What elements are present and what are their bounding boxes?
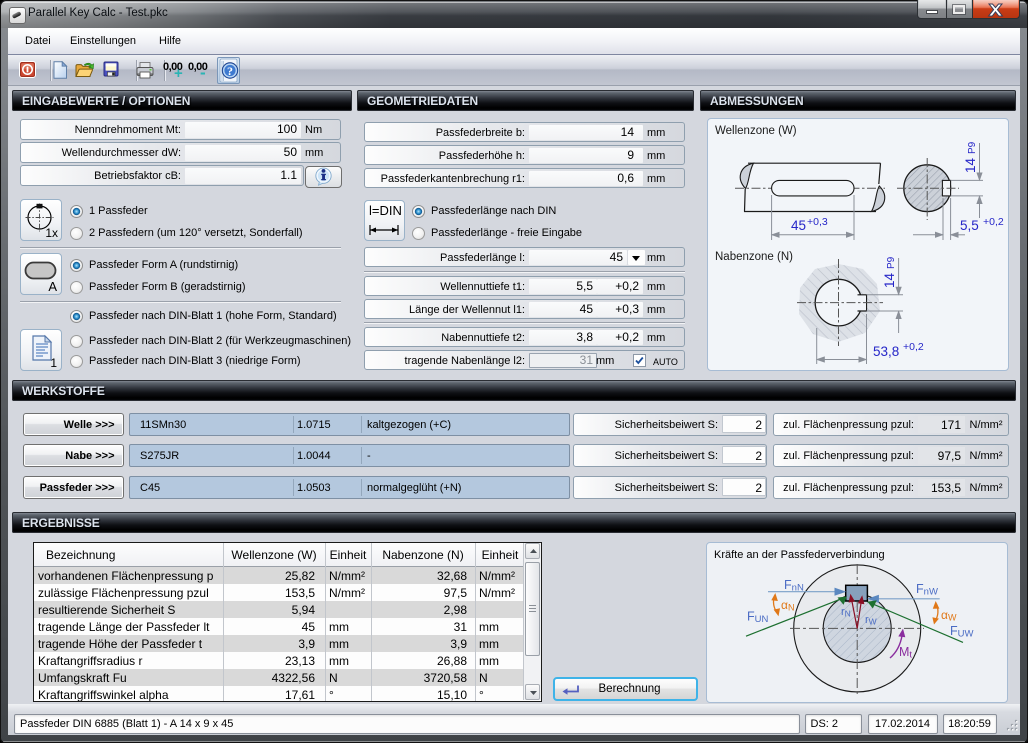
svg-text:FUN: FUN: [747, 610, 769, 626]
svg-text:FnN: FnN: [784, 578, 804, 594]
svg-text:FnW: FnW: [916, 582, 938, 598]
svg-text:53,8: 53,8: [873, 344, 899, 359]
svg-text:αW: αW: [941, 608, 957, 623]
svg-text:rW: rW: [865, 614, 877, 627]
svg-text:5,5: 5,5: [960, 218, 979, 233]
svg-text:+0,2: +0,2: [903, 341, 924, 353]
svg-text:P9: P9: [967, 141, 978, 154]
svg-text:45: 45: [791, 218, 806, 233]
svg-text:+0,2: +0,2: [983, 216, 1004, 228]
svg-text:Wellenzone (W): Wellenzone (W): [715, 125, 797, 137]
svg-text:14: 14: [963, 157, 978, 173]
svg-text:Nabenzone (N): Nabenzone (N): [715, 251, 793, 263]
svg-text:14: 14: [882, 272, 897, 288]
svg-text:FUW: FUW: [950, 624, 974, 640]
svg-text:rN: rN: [841, 606, 851, 619]
svg-text:αN: αN: [781, 598, 794, 613]
svg-text:P9: P9: [886, 256, 897, 269]
svg-text:+0,3: +0,3: [807, 216, 828, 228]
svg-text:?: ?: [227, 64, 233, 78]
